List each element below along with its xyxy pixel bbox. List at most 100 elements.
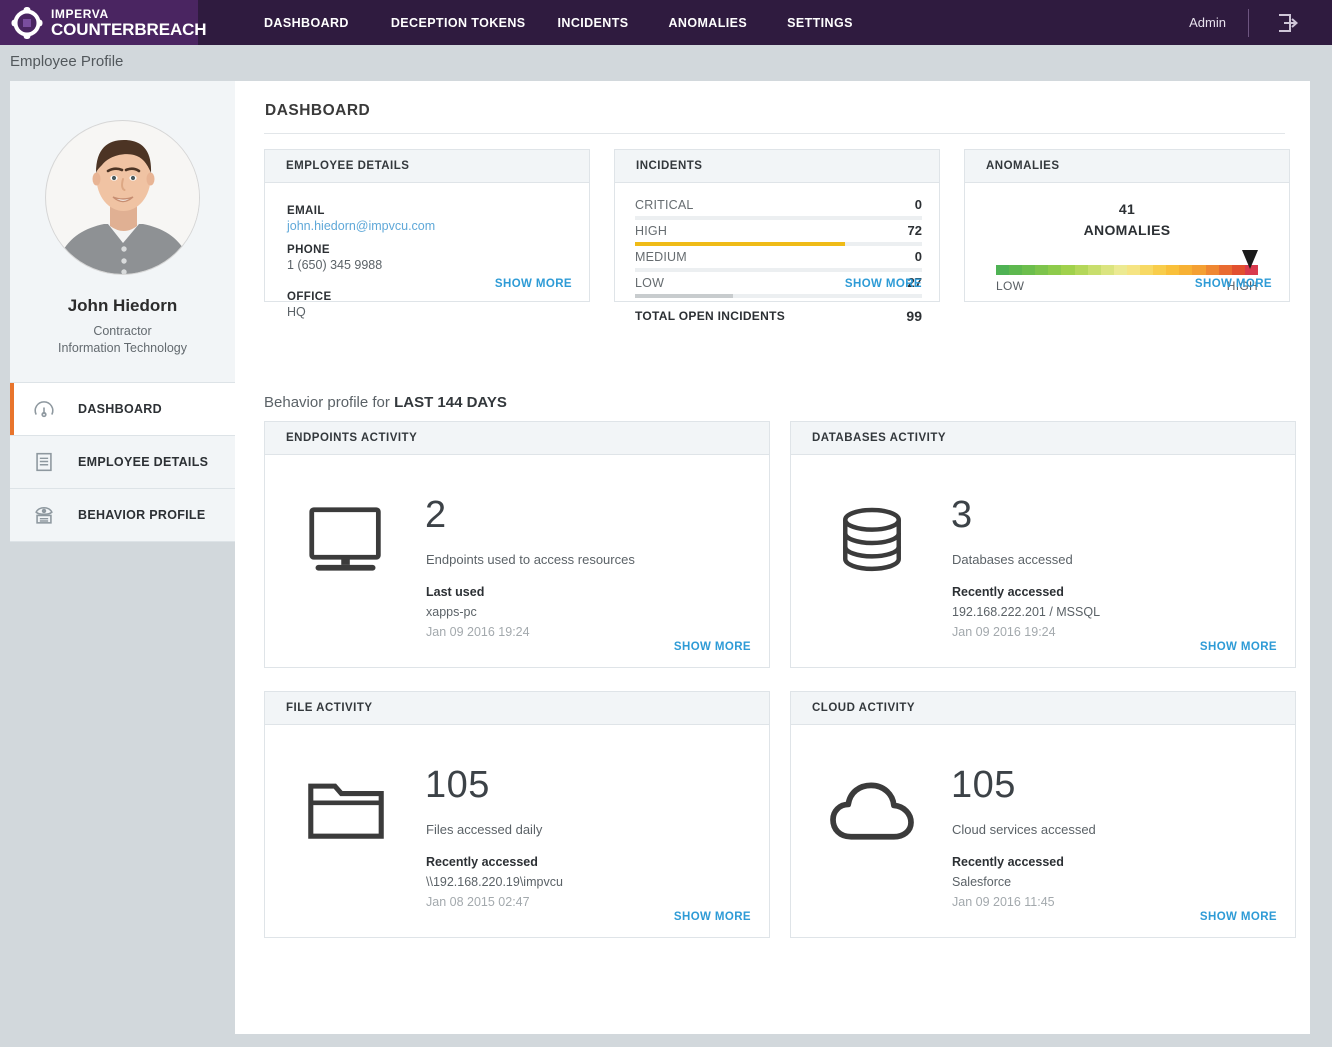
sidebar-item-behavior-profile[interactable]: BEHAVIOR PROFILE [10, 489, 235, 542]
sidebar-item-label: BEHAVIOR PROFILE [78, 508, 206, 522]
logout-icon[interactable] [1275, 10, 1301, 36]
behavior-profile-header: Behavior profile for LAST 144 DAYS [264, 394, 507, 411]
total-label: TOTAL OPEN INCIDENTS [635, 309, 786, 323]
incident-row-high: HIGH 72 [635, 220, 922, 246]
gauge-segment [1022, 265, 1036, 275]
brand-line-1: IMPERVA [51, 6, 109, 21]
recent-timestamp: Jan 08 2015 02:47 [426, 895, 530, 909]
breadcrumb-bar: Employee Profile [0, 45, 1332, 81]
sidebar-item-label: DASHBOARD [78, 402, 162, 416]
activity-count: 2 [425, 494, 447, 536]
severity-label: CRITICAL [635, 198, 694, 212]
field-label: PHONE [287, 244, 330, 256]
severity-label: MEDIUM [635, 250, 687, 264]
card-title: DATABASES ACTIVITY [812, 432, 947, 444]
top-nav-right: Admin [1189, 0, 1332, 45]
field-value[interactable]: john.hiedorn@impvcu.com [287, 219, 589, 233]
nav-item-dashboard[interactable]: DASHBOARD [264, 16, 349, 30]
profile-role: Contractor [93, 324, 152, 338]
field-label: EMAIL [287, 205, 325, 217]
folder-icon [300, 772, 392, 854]
field-value: HQ [287, 305, 306, 319]
recent-label: Recently accessed [952, 855, 1064, 869]
title-divider [264, 133, 1285, 134]
sidebar-item-dashboard[interactable]: DASHBOARD [10, 383, 235, 436]
gauge-segment [1192, 265, 1206, 275]
show-more-link[interactable]: SHOW MORE [845, 278, 922, 290]
recent-label: Recently accessed [952, 585, 1064, 599]
activity-description: Cloud services accessed [952, 822, 1096, 837]
show-more-link[interactable]: SHOW MORE [1200, 641, 1277, 653]
show-more-link[interactable]: SHOW MORE [674, 641, 751, 653]
nav-item-settings[interactable]: SETTINGS [787, 16, 853, 30]
endpoints-activity-card: ENDPOINTS ACTIVITY 2 Endpoints used to a… [264, 421, 770, 668]
gauge-segment [1100, 265, 1114, 275]
total-open-incidents-row: TOTAL OPEN INCIDENTS 99 [635, 308, 922, 327]
severity-count: 0 [914, 249, 922, 264]
recent-label: Recently accessed [426, 855, 538, 869]
field-office: OFFICE HQ [287, 291, 589, 319]
sidebar-item-label: EMPLOYEE DETAILS [78, 455, 209, 469]
gauge-segment [1166, 265, 1180, 275]
anomalies-card: ANOMALIES 41 ANOMALIES LOW HIGH SHOW MOR… [964, 149, 1290, 302]
recent-value: xapps-pc [426, 605, 477, 619]
card-header: FILE ACTIVITY [265, 692, 769, 725]
gauge-segment [996, 265, 1010, 275]
activity-description: Files accessed daily [426, 822, 543, 837]
recent-label: Last used [426, 585, 485, 599]
severity-label: HIGH [635, 224, 668, 238]
nav-item-deception-tokens[interactable]: DECEPTION TOKENS [391, 16, 526, 30]
show-more-link[interactable]: SHOW MORE [1200, 911, 1277, 923]
gauge-segment [1074, 265, 1088, 275]
nav-divider [1248, 8, 1249, 37]
gauge-segment [1140, 265, 1154, 275]
card-header: ENDPOINTS ACTIVITY [265, 422, 769, 455]
gauge-segment [1087, 265, 1101, 275]
activity-count: 105 [951, 764, 1016, 806]
gauge-segment [1126, 265, 1141, 275]
activity-count: 105 [425, 764, 490, 806]
field-email: EMAIL john.hiedorn@impvcu.com [287, 205, 589, 233]
recent-value: \\192.168.220.19\impvcu [426, 875, 563, 889]
profile-department: Information Technology [57, 341, 188, 355]
card-title: EMPLOYEE DETAILS [286, 160, 410, 172]
card-title: ANOMALIES [986, 160, 1060, 172]
show-more-link[interactable]: SHOW MORE [1195, 278, 1272, 290]
card-header: ANOMALIES [965, 150, 1289, 183]
cloud-icon [826, 772, 918, 854]
avatar [45, 120, 200, 275]
nav-item-anomalies[interactable]: ANOMALIES [669, 16, 748, 30]
card-title: FILE ACTIVITY [286, 702, 373, 714]
anomalies-summary: 41 ANOMALIES [965, 199, 1289, 241]
show-more-link[interactable]: SHOW MORE [674, 911, 751, 923]
recent-timestamp: Jan 09 2016 19:24 [426, 625, 530, 639]
incident-row-critical: CRITICAL 0 [635, 194, 922, 220]
page-title: DASHBOARD [265, 102, 371, 119]
gauge-segments [996, 265, 1258, 275]
recent-timestamp: Jan 09 2016 19:24 [952, 625, 1056, 639]
gauge-marker-icon [1240, 249, 1260, 271]
top-nav-items: DASHBOARD DECEPTION TOKENS INCIDENTS ANO… [264, 16, 853, 30]
current-user-label: Admin [1189, 15, 1226, 30]
behavior-header-prefix: Behavior profile for [264, 394, 395, 411]
field-label: OFFICE [287, 291, 332, 303]
gauge-segment [1048, 265, 1062, 275]
brand-logo[interactable]: IMPERVA COUNTERBREACH [0, 0, 207, 45]
gauge-segment [1035, 265, 1049, 275]
recent-value: Salesforce [952, 875, 1012, 889]
sidebar-item-employee-details[interactable]: EMPLOYEE DETAILS [10, 436, 235, 489]
recent-value: 192.168.222.201 / MSSQL [952, 605, 1101, 619]
databases-activity-card: DATABASES ACTIVITY 3 Databases accessed … [790, 421, 1296, 668]
severity-label: LOW [635, 276, 665, 290]
brand-line-2: COUNTERBREACH [51, 19, 207, 39]
show-more-link[interactable]: SHOW MORE [495, 278, 572, 290]
top-navigation-bar: IMPERVA COUNTERBREACH DASHBOARD DECEPTIO… [0, 0, 1332, 45]
gauge-segment [1153, 265, 1167, 275]
employee-sidebar: John Hiedorn Contractor Information Tech… [10, 81, 235, 542]
gauge-segment [1113, 265, 1127, 275]
recent-timestamp: Jan 09 2016 11:45 [952, 895, 1055, 909]
breadcrumb: Employee Profile [10, 53, 124, 70]
field-phone: PHONE 1 (650) 345 9988 [287, 244, 589, 272]
nav-item-incidents[interactable]: INCIDENTS [558, 16, 629, 30]
severity-bar-fill [635, 294, 733, 298]
